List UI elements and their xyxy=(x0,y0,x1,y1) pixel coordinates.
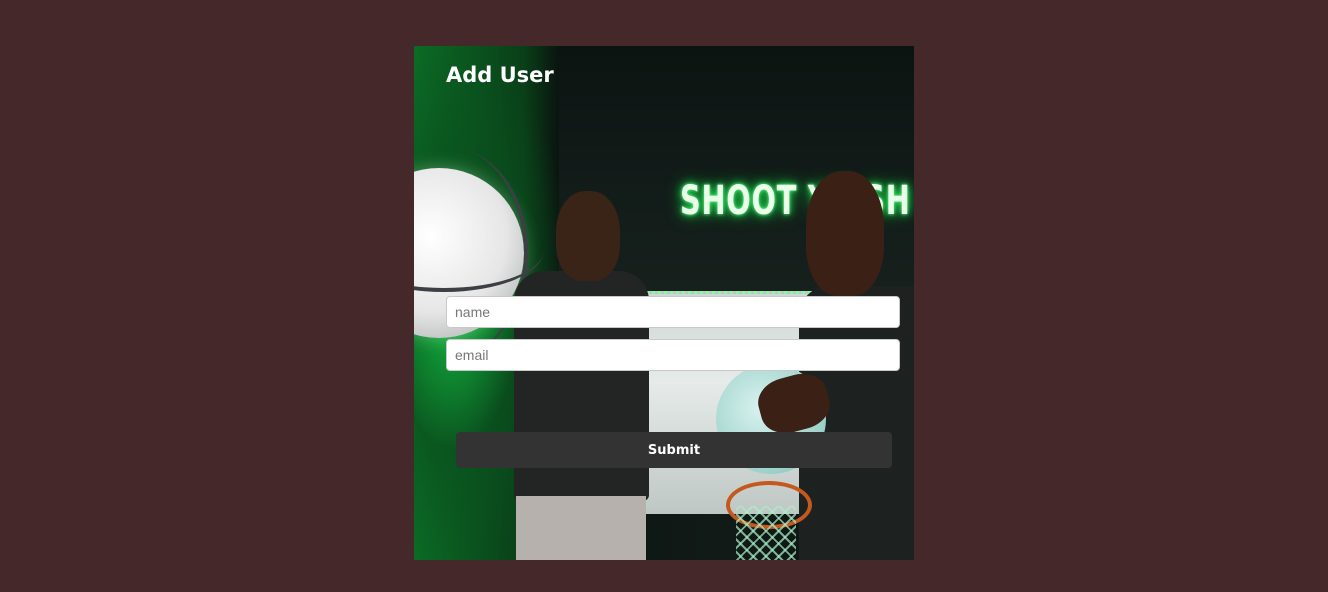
photo-hoop-net xyxy=(736,506,796,560)
photo-person-left-legs xyxy=(516,496,646,560)
photo-person-left-head xyxy=(556,191,620,281)
photo-person-right-head xyxy=(806,171,884,296)
page-title: Add User xyxy=(446,63,554,87)
email-input[interactable] xyxy=(446,339,900,371)
name-input[interactable] xyxy=(446,296,900,328)
submit-button[interactable]: Submit xyxy=(456,432,892,468)
add-user-card: SHOOT YO SH Add User Submit xyxy=(414,46,914,560)
